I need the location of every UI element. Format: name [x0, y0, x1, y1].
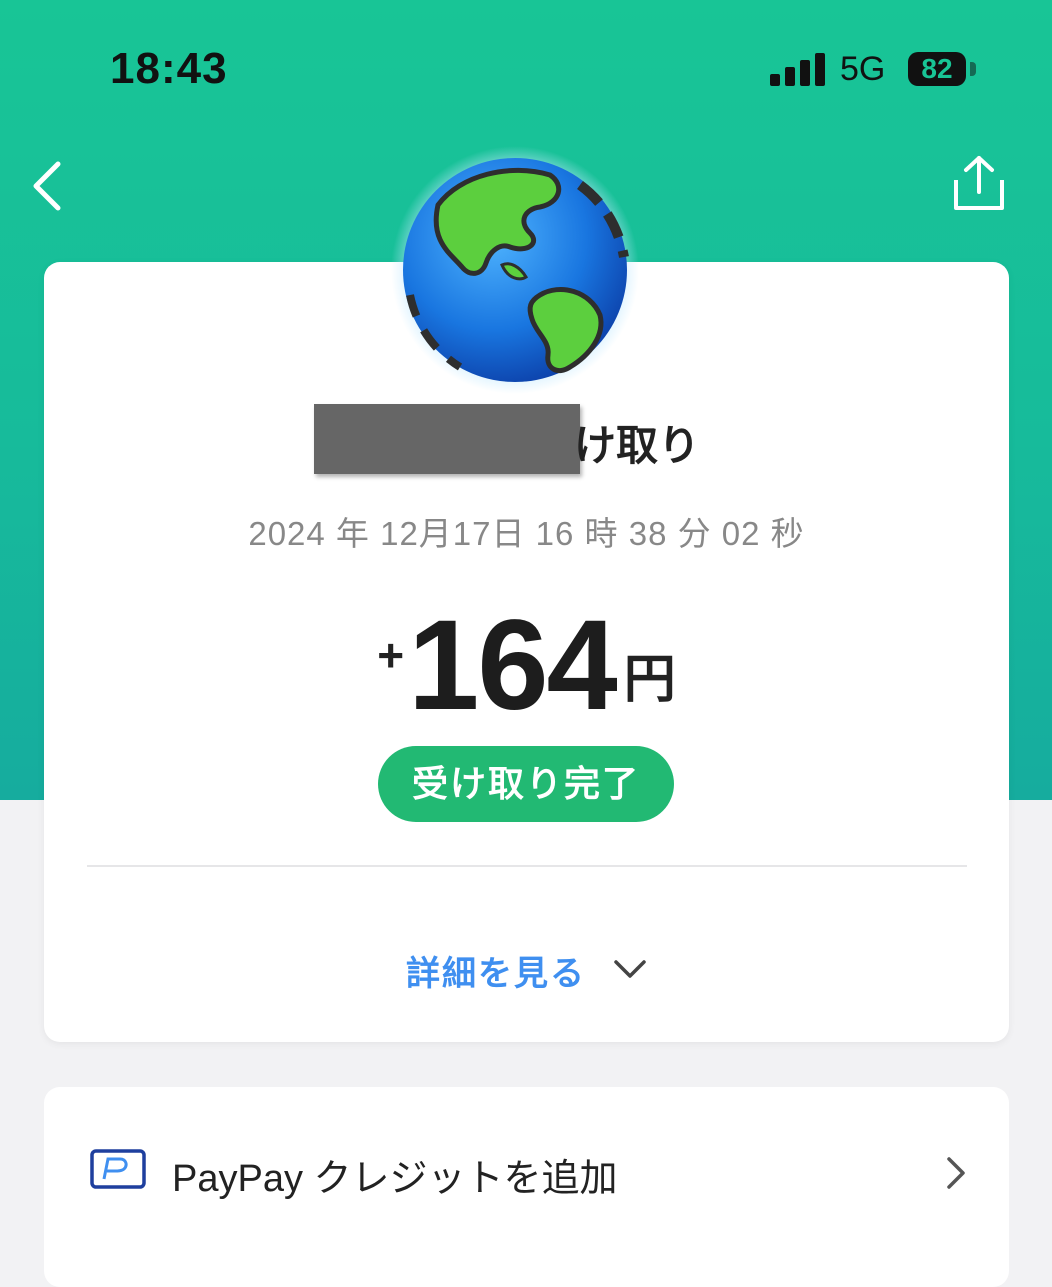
transaction-title: け取り	[44, 404, 1009, 492]
transaction-amount: +164 円	[44, 592, 1009, 739]
add-paypay-credit-label: PayPay クレジットを追加	[172, 1158, 618, 1200]
view-details-button[interactable]: 詳細を見る	[384, 932, 674, 1002]
chevron-left-icon	[33, 161, 61, 211]
amount-sign: +	[377, 629, 405, 681]
divider	[87, 865, 967, 867]
network-type: 5G	[840, 50, 886, 88]
amount-value: 164	[408, 594, 618, 737]
chevron-right-icon	[947, 1157, 965, 1189]
paypay-card-icon	[90, 1149, 146, 1189]
share-icon	[954, 156, 1004, 210]
transaction-datetime: 2024 年 12月17日 16 時 38 分 02 秒	[248, 515, 805, 552]
battery-icon: 82	[908, 52, 966, 86]
view-details-label: 詳細を見る	[406, 955, 586, 993]
back-button[interactable]	[22, 150, 82, 220]
share-button[interactable]	[944, 150, 1014, 220]
credit-card-section: PayPay クレジットを追加	[44, 1087, 1009, 1287]
amount-unit: 円	[623, 651, 676, 709]
add-paypay-credit-row[interactable]: PayPay クレジットを追加	[44, 1087, 1009, 1237]
transaction-title-text: け取り	[574, 422, 701, 469]
battery-cap	[970, 62, 976, 76]
globe-americas-icon	[390, 145, 640, 395]
redacted-sender-name	[314, 404, 580, 474]
status-bar: 18:43 5G 82	[0, 0, 1052, 120]
chevron-down-icon	[614, 960, 646, 978]
signal-icon	[770, 52, 826, 86]
status-time: 18:43	[110, 44, 228, 93]
status-badge: 受け取り完了	[378, 746, 674, 822]
